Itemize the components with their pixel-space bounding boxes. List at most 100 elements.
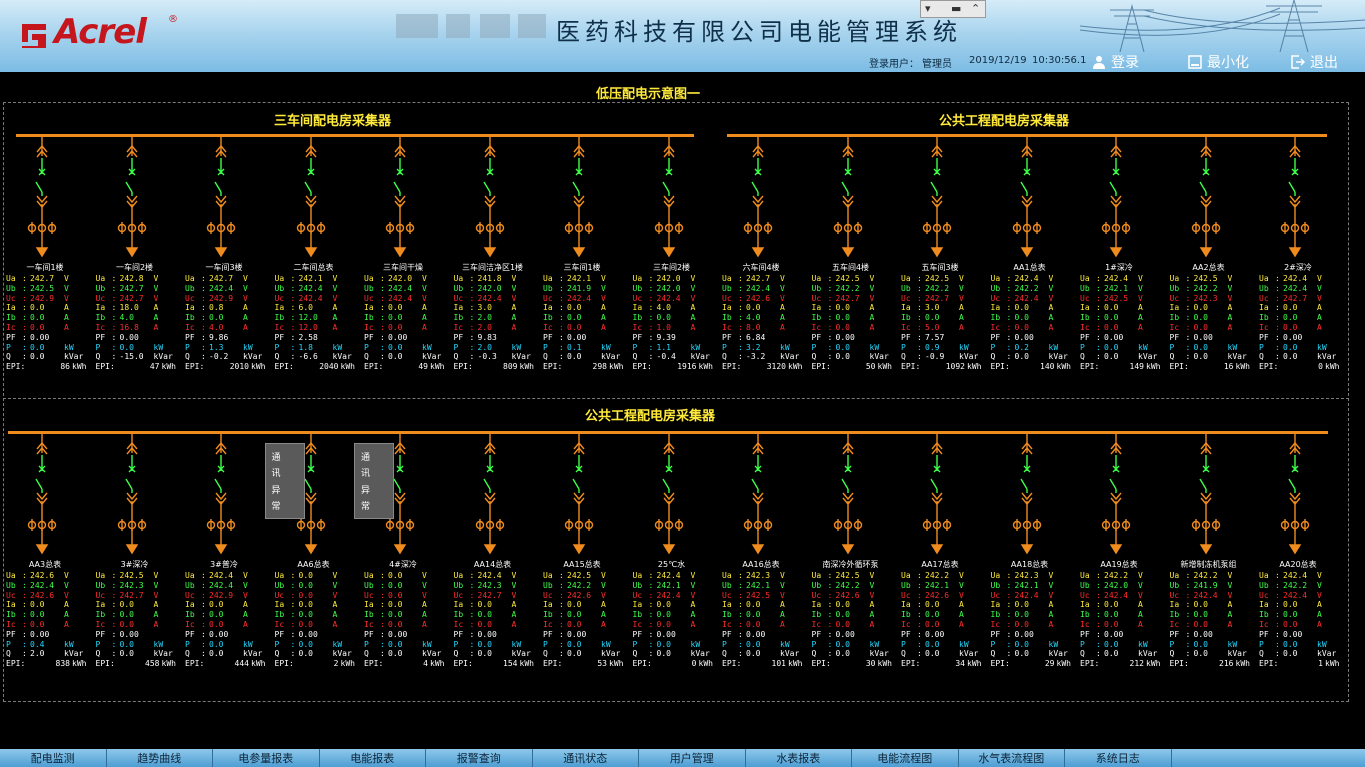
feeder-unit[interactable]: 新增制冻机泵组 Ua:242.2 V Ub:241.9 V Uc:242.4 V Ia:0.0… <box>1164 433 1254 669</box>
reading-row: Q: -15.0 kVar <box>95 352 173 362</box>
feeder-unit[interactable]: 三车间洁净区1楼 Ua:241.8 V Ub:242.0 V Uc:242.4 V Ia:3.… <box>448 136 538 372</box>
reading-row: Uc:242.4 V <box>543 293 606 303</box>
reading-row: Ib:0.0 A <box>1080 610 1143 620</box>
nav-tab[interactable]: 配电监测 <box>0 749 107 767</box>
reading-row: P:1.8 kW <box>274 342 343 352</box>
minimize-button[interactable]: 最小化 <box>1188 53 1249 71</box>
reading-row: Ua:242.5 V <box>811 571 875 580</box>
reading-row: PF:0.00 <box>722 629 766 639</box>
reading-row-epi: EPI: 458 kWh <box>95 659 176 669</box>
reading-row: Uc:242.6 V <box>6 590 69 600</box>
feeder-unit[interactable]: AA3总表 Ua:242.6 V Ub:242.4 V Uc:242.6 V Ia:0.0 A I… <box>0 433 90 669</box>
feeder-unit[interactable]: AA19总表 Ua:242.2 V Ub:242.0 V Uc:242.4 V Ia:0.0 A… <box>1074 433 1164 669</box>
reading-row-epi: EPI: 809 kWh <box>453 362 534 372</box>
feeder-unit[interactable]: 一车间1楼 Ua:242.7 V Ub:242.5 V Uc:242.9 V Ia:0.0 A I… <box>0 136 90 372</box>
reading-row: Ub:242.2 V <box>543 580 606 590</box>
reading-row-epi: EPI: 140 kWh <box>990 362 1071 372</box>
feeder-unit[interactable]: 一车间2楼 Ua:242.8 V Ub:242.7 V Uc:242.7 V Ia:18.0 A… <box>90 136 180 372</box>
feeder-unit[interactable]: 六车间4楼 Ua:242.7 V Ub:242.4 V Uc:242.6 V Ia:0.0 A I… <box>716 136 806 372</box>
login-button[interactable]: 登录 <box>1092 53 1139 71</box>
nav-tab[interactable]: 趋势曲线 <box>107 749 213 767</box>
feeder-unit[interactable]: 25℃水 Ua:242.4 V Ub:242.1 V Uc:242.4 V Ia:0.0 A Ib… <box>627 433 717 669</box>
feeder-unit[interactable]: AA17总表 Ua:242.2 V Ub:242.1 V Uc:242.6 V Ia:0.0 A… <box>895 433 985 669</box>
feeder-unit[interactable]: 五车间4楼 Ua:242.5 V Ub:242.2 V Uc:242.7 V Ia:0.0 A I… <box>806 136 896 372</box>
reading-row: P:0.0 kW <box>274 639 343 649</box>
nav-tab[interactable]: 电能报表 <box>320 749 426 767</box>
feeder-readings: Ua:242.4 V Ub:242.4 V Uc:242.9 V Ia:0.0 A Ib:0.0… <box>185 571 271 669</box>
feeder-readings: Ua:242.4 V Ub:242.1 V Uc:242.4 V Ia:0.0 A Ib:0.0… <box>633 571 719 669</box>
nav-tab[interactable]: 报警查询 <box>426 749 533 767</box>
feeder-unit[interactable]: 二车间总表 Ua:242.1 V Ub:242.4 V Uc:242.4 V Ia:6.0 A I… <box>269 136 359 372</box>
reading-row: PF:0.00 <box>274 629 318 639</box>
reading-row: Ia:0.0 A <box>1259 303 1322 313</box>
logo-registered-mark: ® <box>168 14 178 25</box>
reading-row: Ub:242.1 V <box>632 580 696 590</box>
nav-tab[interactable]: 水气表流程图 <box>959 749 1065 767</box>
reading-row: Ia:0.0 A <box>1080 600 1143 610</box>
feeder-unit[interactable]: 4#深冷 Ua:0.0 V Ub:0.0 V Uc:0.0 V Ia:0.0 A Ib:0.0 A I… <box>354 433 448 669</box>
nav-tab[interactable]: 通讯状态 <box>533 749 639 767</box>
feeder-unit[interactable]: AA15总表 Ua:242.5 V Ub:242.2 V Uc:242.6 V Ia:0.0 A… <box>537 433 627 669</box>
feeder-readings: Ua:242.4 V Ub:242.2 V Uc:242.4 V Ia:0.0 A Ib:0.0… <box>1259 571 1345 669</box>
reading-row: Ia:0.0 A <box>632 600 696 610</box>
feeder-symbol <box>206 433 236 555</box>
reading-row: P:0.0 kW <box>1080 639 1148 649</box>
feeder-unit[interactable]: 南深冷外循环泵 Ua:242.5 V Ub:242.2 V Uc:242.6 V Ia:0.0… <box>806 433 896 669</box>
feeder-unit[interactable]: AA2总表 Ua:242.5 V Ub:242.2 V Uc:242.3 V Ia:0.0 A I… <box>1164 136 1254 372</box>
reading-row: Ub:242.4 V <box>364 283 427 293</box>
reading-row: Ua:242.7 V <box>185 274 248 283</box>
reading-row: PF:0.00 <box>453 629 497 639</box>
feeder-unit[interactable]: AA16总表 Ua:242.3 V Ub:242.1 V Uc:242.5 V Ia:0.0 A… <box>716 433 806 669</box>
collapse-icon[interactable]: ⌃ <box>971 2 980 15</box>
reading-row: Uc:242.4 V <box>990 590 1054 600</box>
reading-row: Ic:16.8 A <box>95 322 159 332</box>
reading-row: Q: -0.3 kVar <box>453 352 531 362</box>
feeder-unit[interactable]: AA6总表 Ua:0.0 V Ub:0.0 V Uc:0.0 V Ia:0.0 A Ib:0.0 A… <box>264 433 359 669</box>
feeder-unit[interactable]: 一车间3楼 Ua:242.7 V Ub:242.4 V Uc:242.9 V Ia:0.8 A I… <box>179 136 269 372</box>
feeder-name: 五车间4楼 <box>831 263 870 272</box>
nav-tab[interactable]: 系统日志 <box>1065 749 1172 767</box>
comm-error-badge: 通讯异常 <box>354 443 394 519</box>
feeder-name: AA3总表 <box>28 560 62 569</box>
blurred-text <box>396 14 438 38</box>
feeder-unit[interactable]: 2#深冷 Ua:242.4 V Ub:242.4 V Uc:242.7 V Ia:0.0 A Ib… <box>1253 136 1343 372</box>
feeder-unit[interactable]: AA20总表 Ua:242.4 V Ub:242.2 V Uc:242.4 V Ia:0.0 A… <box>1253 433 1343 669</box>
reading-row: PF:0.00 <box>185 629 229 639</box>
reading-row: Ua:242.5 V <box>543 571 606 580</box>
feeder-unit[interactable]: AA18总表 Ua:242.3 V Ub:242.1 V Uc:242.4 V Ia:0.0 A… <box>985 433 1075 669</box>
feeder-unit[interactable]: 五车间3楼 Ua:242.5 V Ub:242.2 V Uc:242.7 V Ia:3.0 A I… <box>895 136 985 372</box>
feeder-unit[interactable]: 三车间1楼 Ua:242.1 V Ub:241.9 V Uc:242.4 V Ia:0.0 A I… <box>537 136 627 372</box>
reading-row: Ua:0.0 V <box>364 571 427 580</box>
feeder-unit[interactable]: 3#普冷 Ua:242.4 V Ub:242.4 V Uc:242.9 V Ia:0.0 A Ib… <box>179 433 269 669</box>
reading-row: Ia:0.0 A <box>722 303 785 313</box>
feeder-unit[interactable]: 1#深冷 Ua:242.4 V Ub:242.1 V Uc:242.5 V Ia:0.0 A Ib… <box>1074 136 1164 372</box>
nav-tab[interactable]: 电能流程图 <box>852 749 959 767</box>
reading-row: Ia:0.0 A <box>364 600 427 610</box>
feeder-unit[interactable]: 三车间干燥 Ua:242.0 V Ub:242.4 V Uc:242.4 V Ia:0.0 A I… <box>358 136 448 372</box>
minimize-window-icon[interactable]: ▬ <box>951 2 961 15</box>
reading-row: Ia:0.0 A <box>811 303 875 313</box>
reading-row: Uc:242.4 V <box>1169 590 1233 600</box>
reading-row: Ia:18.0 A <box>95 303 159 313</box>
reading-row: P:0.0 kW <box>1169 342 1238 352</box>
dropdown-icon[interactable]: ▾ <box>925 2 931 15</box>
logo: Acrel ® <box>18 12 183 56</box>
exit-button[interactable]: 退出 <box>1291 53 1338 71</box>
minimize-icon <box>1188 55 1202 69</box>
reading-row: Q:0.0 kVar <box>811 352 889 362</box>
nav-tab[interactable]: 电参量报表 <box>213 749 320 767</box>
nav-tab[interactable]: 用户管理 <box>639 749 746 767</box>
reading-row: Ua:242.3 V <box>990 571 1054 580</box>
reading-row: Q:0.0 kVar <box>1259 352 1337 362</box>
feeder-unit[interactable]: 三车间2楼 Ua:242.0 V Ub:242.0 V Uc:242.4 V Ia:4.0 A I… <box>627 136 717 372</box>
reading-row: P:0.0 kW <box>1259 342 1327 352</box>
reading-row: Ua:242.4 V <box>453 571 517 580</box>
feeder-unit[interactable]: 3#深冷 Ua:242.5 V Ub:242.3 V Uc:242.7 V Ia:0.0 A Ib… <box>90 433 180 669</box>
reading-row: Q:0.0 kVar <box>364 649 442 659</box>
feeder-symbol <box>1191 433 1220 555</box>
reading-row: Ic:0.0 A <box>811 322 875 332</box>
feeder-unit[interactable]: AA14总表 Ua:242.4 V Ub:242.3 V Uc:242.7 V Ia:0.0 A… <box>448 433 538 669</box>
reading-row: Ua:242.4 V <box>1259 571 1322 580</box>
feeder-unit[interactable]: AA1总表 Ua:242.4 V Ub:242.2 V Uc:242.4 V Ia:0.0 A I… <box>985 136 1075 372</box>
nav-tab[interactable]: 水表报表 <box>746 749 852 767</box>
